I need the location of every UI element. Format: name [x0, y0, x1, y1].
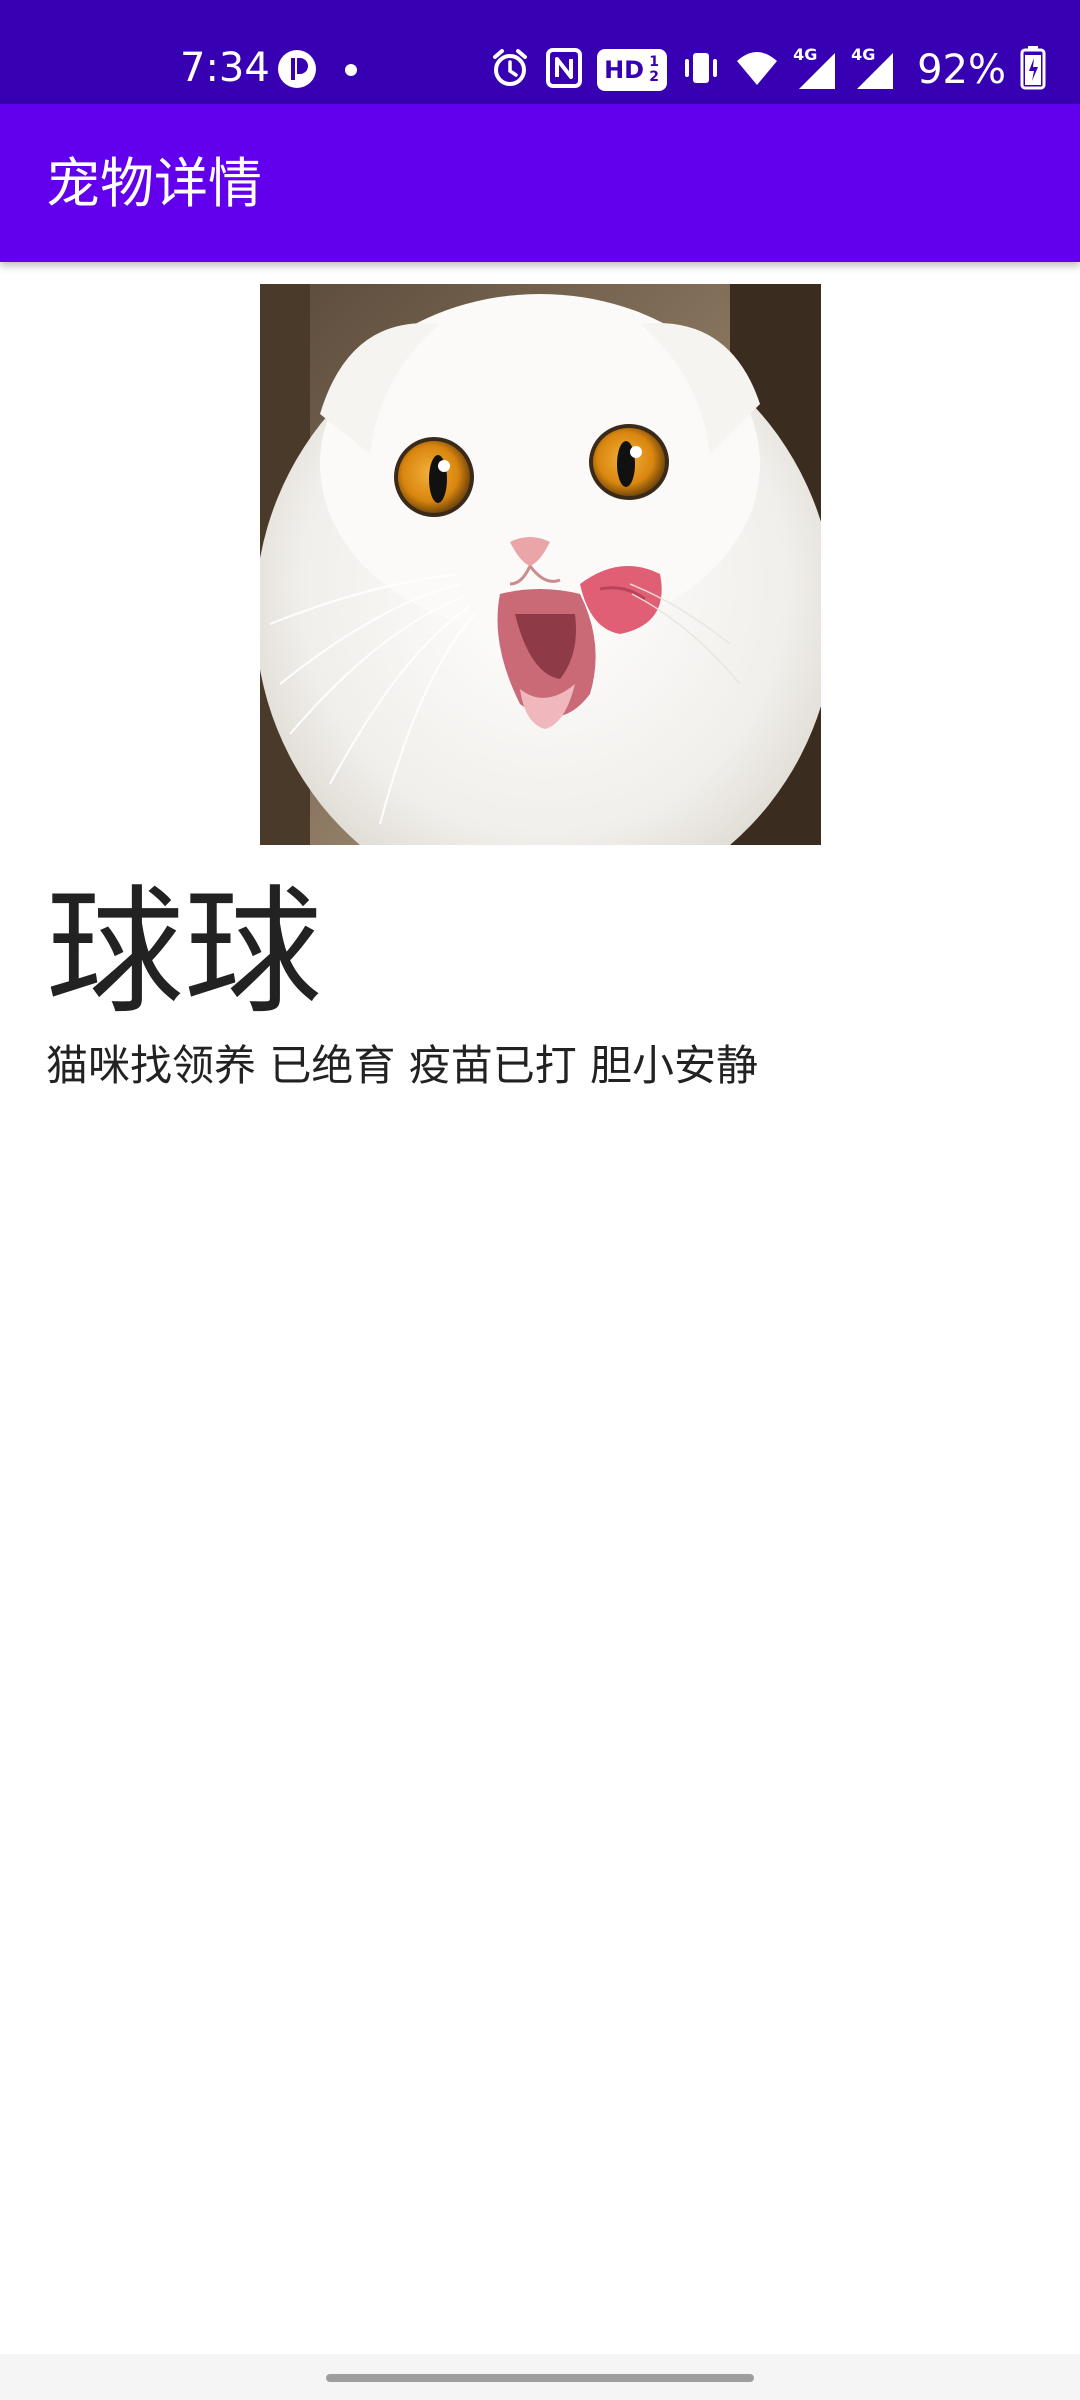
battery-charging-icon	[1020, 46, 1046, 94]
hd-label: HD	[604, 56, 645, 84]
app-toolbar: 宠物详情	[0, 104, 1080, 262]
navigation-bar	[0, 2354, 1080, 2400]
status-bar: 7:34 HD 1 2 4G 4G 92%	[0, 0, 1080, 104]
dot-icon	[344, 62, 358, 81]
vibrate-icon	[681, 47, 721, 93]
gesture-handle[interactable]	[326, 2374, 754, 2382]
hd-sub-label: 1 2	[649, 54, 659, 85]
app-notification-icon	[276, 48, 318, 94]
cat-image	[260, 284, 821, 845]
status-right-icons: HD 1 2 4G 4G 92%	[489, 44, 1046, 96]
pet-description: 猫咪找领养 已绝育 疫苗已打 胆小安静	[46, 1041, 759, 1090]
nfc-icon	[545, 47, 583, 93]
status-left-icons	[276, 48, 358, 94]
battery-percent: 92%	[917, 47, 1006, 93]
status-time: 7:34	[180, 45, 270, 91]
network-type-label: 4G	[793, 45, 818, 64]
network-type-label: 4G	[851, 45, 876, 64]
pet-name: 球球	[46, 872, 323, 1033]
signal-4g-icon: 4G	[851, 45, 895, 91]
hd-voice-icon: HD 1 2	[597, 49, 668, 91]
alarm-icon	[489, 47, 531, 93]
pet-photo	[260, 284, 821, 845]
wifi-icon	[735, 47, 779, 93]
page-title: 宠物详情	[46, 152, 262, 215]
signal-4g-icon: 4G	[793, 45, 837, 91]
